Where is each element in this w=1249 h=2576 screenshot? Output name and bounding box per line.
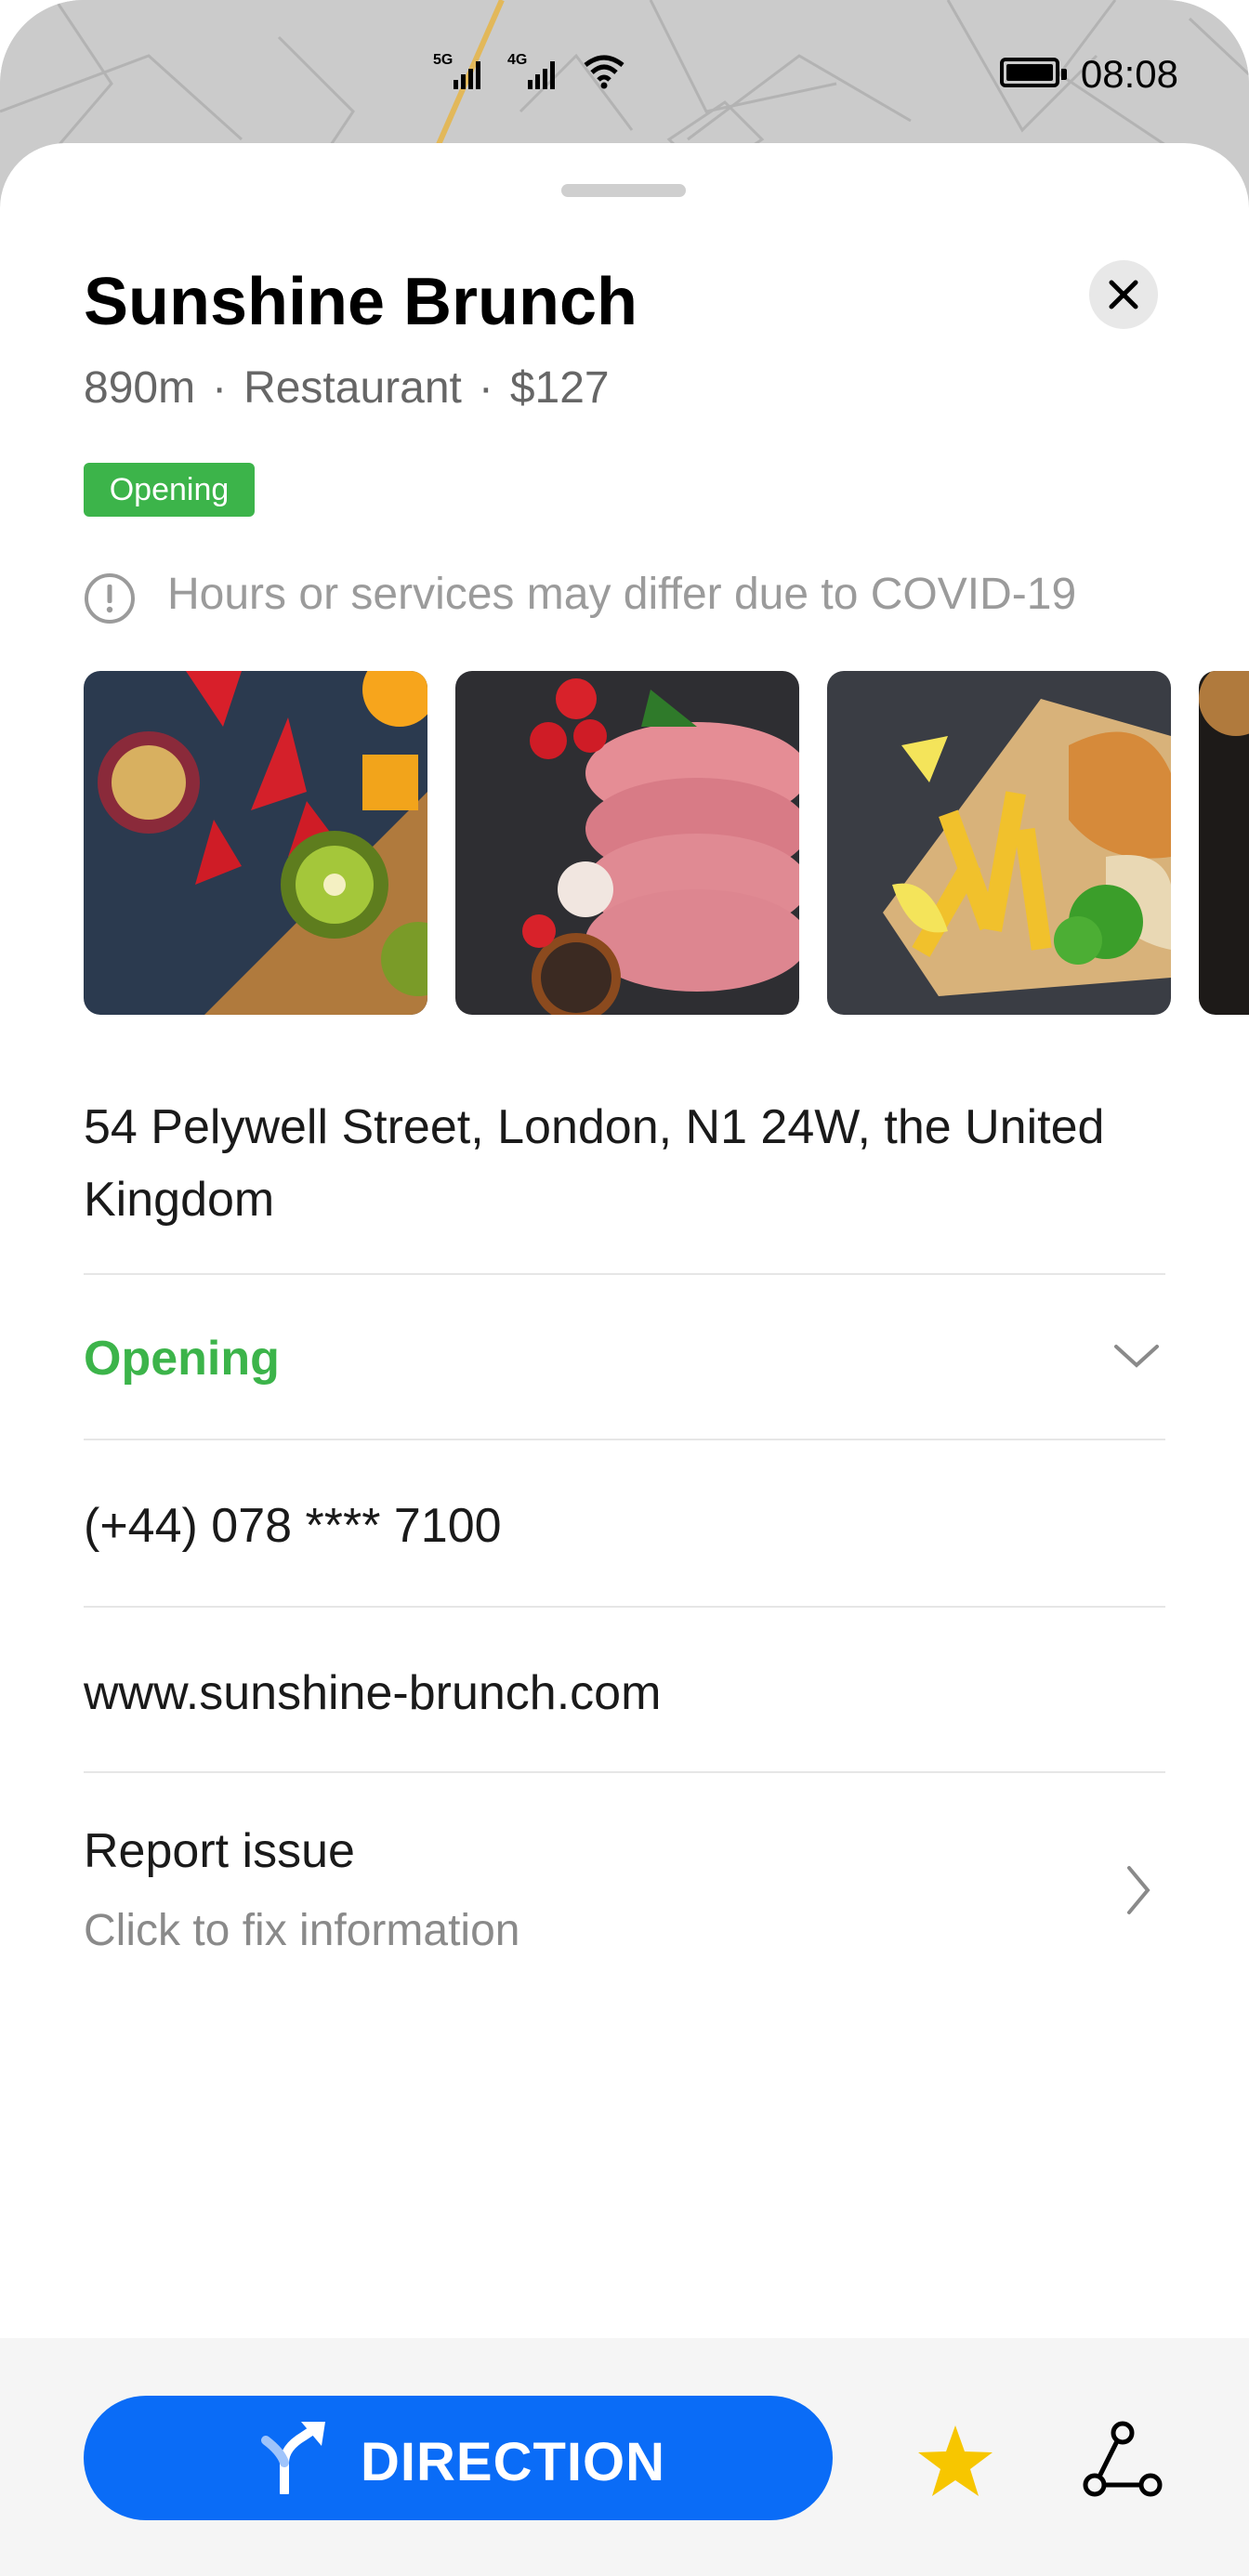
status-badge: Opening	[84, 463, 255, 517]
close-icon	[1109, 280, 1138, 309]
divider	[84, 1273, 1165, 1275]
phone-number[interactable]: (+44) 078 **** 7100	[84, 1498, 502, 1554]
separator: ·	[478, 363, 493, 413]
direction-button[interactable]: DIRECTION	[84, 2396, 833, 2520]
route-icon[interactable]	[1082, 2420, 1164, 2502]
status-bar: 5G 4G 08:08	[433, 52, 1178, 96]
place-title: Sunshine Brunch	[84, 265, 638, 339]
photo-carousel[interactable]	[84, 671, 1249, 1015]
star-icon[interactable]	[916, 2424, 994, 2498]
covid-notice-text: Hours or services may differ due to COVI…	[167, 570, 1077, 619]
separator: ·	[212, 363, 228, 413]
place-meta: 890m · Restaurant · $127	[84, 362, 610, 414]
divider	[84, 1439, 1165, 1440]
clock: 08:08	[1080, 52, 1178, 96]
divider	[84, 1606, 1165, 1608]
chevron-down-icon[interactable]	[1113, 1342, 1160, 1370]
distance: 890m	[84, 363, 196, 413]
close-button[interactable]	[1089, 260, 1158, 329]
fish-and-chips-photo[interactable]	[827, 671, 1171, 1015]
direction-icon	[261, 2422, 325, 2494]
divider	[84, 1771, 1165, 1773]
wifi-icon	[584, 55, 624, 89]
drag-handle[interactable]	[561, 184, 686, 197]
address[interactable]: 54 Pelywell Street, London, N1 24W, the …	[84, 1091, 1180, 1236]
steak-photo[interactable]	[455, 671, 799, 1015]
opening-hours-status[interactable]: Opening	[84, 1331, 280, 1387]
website-link[interactable]: www.sunshine-brunch.com	[84, 1665, 661, 1721]
alert-icon	[85, 573, 135, 624]
dish-photo[interactable]	[1199, 671, 1249, 1015]
price: $127	[509, 363, 610, 413]
direction-button-label: DIRECTION	[361, 2432, 665, 2492]
battery-icon	[1000, 58, 1067, 87]
fruit-photo[interactable]	[84, 671, 427, 1015]
place-details-sheet: Sunshine Brunch 890m · Restaurant · $127 Ope…	[0, 143, 1249, 2576]
action-bar: DIRECTION	[0, 2338, 1249, 2576]
category: Restaurant	[243, 363, 462, 413]
report-issue-title[interactable]: Report issue	[84, 1823, 355, 1879]
report-issue-subtitle: Click to fix information	[84, 1906, 520, 1955]
chevron-right-icon[interactable]	[1124, 1864, 1152, 1916]
